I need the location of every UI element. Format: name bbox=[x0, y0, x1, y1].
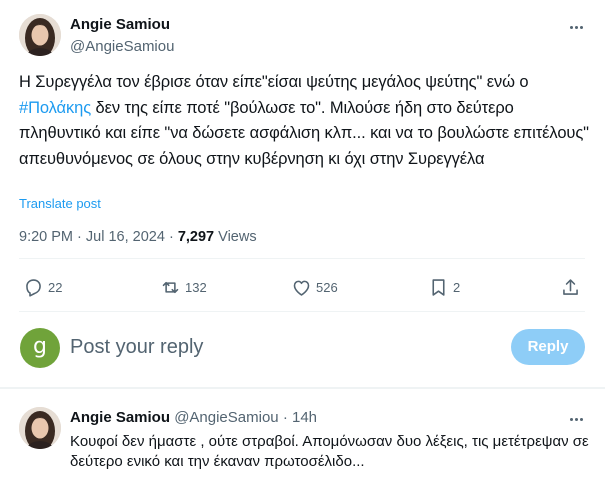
action-bar: 22 132 526 2 bbox=[19, 270, 585, 304]
reply-author-handle[interactable]: @AngieSamiou bbox=[174, 409, 278, 426]
divider bbox=[19, 311, 585, 312]
author-name[interactable]: Angie Samiou bbox=[70, 16, 170, 33]
like-button[interactable]: 526 bbox=[291, 270, 338, 304]
tweet-meta: 9:20 PM · Jul 16, 2024 · 7,297 Views bbox=[19, 229, 257, 245]
meta-dot: · bbox=[77, 229, 82, 245]
bookmark-icon bbox=[432, 278, 445, 296]
repost-button[interactable]: 132 bbox=[160, 270, 207, 304]
reply-time[interactable]: 14h bbox=[292, 409, 317, 426]
main-tweet: Angie Samiou @AngieSamiou Η Συρεγγέλα το… bbox=[0, 0, 605, 388]
views-count[interactable]: 7,297 bbox=[178, 229, 214, 245]
like-count: 526 bbox=[316, 279, 338, 295]
reply-icon bbox=[26, 278, 41, 297]
tweet-text-part1: Η Συρεγγέλα τον έβρισε όταν είπε"είσαι ψ… bbox=[19, 73, 529, 91]
reply-author-avatar[interactable] bbox=[19, 407, 61, 449]
repost-count: 132 bbox=[185, 279, 207, 295]
reply-input[interactable] bbox=[70, 336, 490, 359]
avatar-photo-icon bbox=[19, 14, 61, 56]
share-button[interactable] bbox=[560, 270, 581, 304]
meta-dot: · bbox=[168, 229, 174, 245]
avatar-photo-icon bbox=[19, 407, 61, 449]
reply-button[interactable]: 22 bbox=[23, 270, 62, 304]
tweet-text: Η Συρεγγέλα τον έβρισε όταν είπε"είσαι ψ… bbox=[19, 70, 594, 172]
more-icon[interactable] bbox=[563, 410, 589, 428]
reply-header: Angie Samiou @AngieSamiou · 14h bbox=[70, 409, 317, 426]
reply-composer: g Reply bbox=[0, 322, 605, 376]
author-avatar[interactable] bbox=[19, 14, 61, 56]
bookmark-count: 2 bbox=[453, 279, 461, 295]
post-date[interactable]: Jul 16, 2024 bbox=[86, 229, 165, 245]
post-time[interactable]: 9:20 PM bbox=[19, 229, 73, 245]
reply-count: 22 bbox=[48, 279, 63, 295]
reply-author-name[interactable]: Angie Samiou bbox=[70, 409, 170, 426]
divider bbox=[19, 258, 585, 259]
views-label: Views bbox=[218, 229, 257, 245]
author-handle[interactable]: @AngieSamiou bbox=[70, 38, 174, 55]
reply-submit-button[interactable]: Reply bbox=[511, 329, 585, 365]
bookmark-button[interactable]: 2 bbox=[428, 270, 460, 304]
user-avatar[interactable]: g bbox=[20, 328, 60, 368]
share-icon bbox=[563, 278, 578, 295]
reply-dot: · bbox=[282, 409, 288, 426]
translate-post-link[interactable]: Translate post bbox=[19, 196, 101, 211]
more-icon[interactable] bbox=[563, 18, 589, 36]
hashtag-link[interactable]: #Πολάκης bbox=[19, 99, 91, 117]
tweet-text-part2: δεν της είπε ποτέ "βούλωσε το". Μιλούσε … bbox=[19, 98, 589, 168]
reply-text: Κουφοί δεν ήμαστε , ούτε στραβοί. Απομόν… bbox=[70, 433, 589, 470]
heart-icon bbox=[293, 280, 310, 296]
retweet-icon bbox=[162, 281, 179, 293]
reply-tweet[interactable]: Angie Samiou @AngieSamiou · 14h Κουφοί δ… bbox=[0, 389, 605, 485]
